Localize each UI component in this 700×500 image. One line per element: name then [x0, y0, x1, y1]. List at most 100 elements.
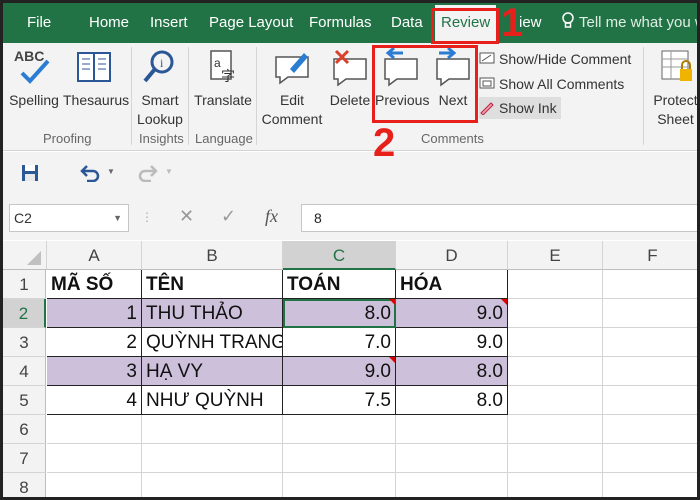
- row-header-5[interactable]: 5: [3, 386, 46, 415]
- empty-cell[interactable]: [47, 444, 142, 473]
- column-header-a[interactable]: A: [47, 241, 142, 270]
- empty-cell[interactable]: [508, 299, 603, 328]
- empty-cell[interactable]: [603, 299, 697, 328]
- empty-cell[interactable]: [508, 357, 603, 386]
- row-header-3[interactable]: 3: [3, 328, 46, 357]
- empty-cell[interactable]: [47, 473, 142, 497]
- row-header-7[interactable]: 7: [3, 444, 46, 473]
- cell-name[interactable]: NHƯ QUỲNH: [142, 386, 283, 415]
- cell-id[interactable]: 3: [47, 357, 142, 386]
- cell-name[interactable]: THU THẢO: [142, 299, 283, 328]
- cell-hoa[interactable]: 9.0: [396, 328, 508, 357]
- empty-cell[interactable]: [47, 415, 142, 444]
- edit-comment-label-2: Comment: [261, 111, 323, 127]
- row-header-6[interactable]: 6: [3, 415, 46, 444]
- cell-toan[interactable]: 7.5: [283, 386, 396, 415]
- empty-cell[interactable]: [508, 328, 603, 357]
- smart-lookup-button[interactable]: i Smart Lookup: [135, 47, 185, 129]
- column-header-c[interactable]: C: [283, 241, 396, 270]
- empty-cell[interactable]: [603, 328, 697, 357]
- tab-file[interactable]: File: [27, 3, 51, 43]
- header-cell-hoa[interactable]: HÓA: [396, 270, 508, 299]
- empty-cell[interactable]: [603, 386, 697, 415]
- cell-id[interactable]: 4: [47, 386, 142, 415]
- tab-data[interactable]: Data: [391, 3, 423, 43]
- spelling-label: Spelling: [9, 92, 59, 108]
- protect-sheet-button[interactable]: Protect Sheet: [648, 47, 697, 129]
- show-all-comments-button[interactable]: Show All Comments: [479, 73, 624, 95]
- cell-value: 8.0: [364, 303, 391, 324]
- empty-cell[interactable]: [142, 473, 283, 497]
- row-header-2[interactable]: 2: [3, 299, 46, 328]
- column-header-b[interactable]: B: [142, 241, 283, 270]
- name-box[interactable]: C2 ▼: [9, 204, 129, 232]
- show-hide-comment-button[interactable]: Show/Hide Comment: [479, 48, 631, 70]
- ink-icon: [480, 102, 494, 115]
- show-ink-button[interactable]: Show Ink: [479, 97, 561, 119]
- row-header-4[interactable]: 4: [3, 357, 46, 386]
- thesaurus-button[interactable]: Thesaurus: [63, 47, 129, 110]
- empty-cell[interactable]: [508, 386, 603, 415]
- formula-input[interactable]: 8: [301, 204, 697, 232]
- empty-cell[interactable]: [508, 444, 603, 473]
- cell-hoa[interactable]: 8.0: [396, 386, 508, 415]
- empty-cell[interactable]: [508, 415, 603, 444]
- empty-cell[interactable]: [603, 415, 697, 444]
- show-all-comments-label: Show All Comments: [499, 76, 625, 92]
- edit-comment-label-1: Edit: [279, 92, 305, 108]
- empty-cell[interactable]: [508, 473, 603, 497]
- empty-cell[interactable]: [283, 415, 396, 444]
- empty-cell[interactable]: [142, 415, 283, 444]
- cell-id[interactable]: 1: [47, 299, 142, 328]
- tab-formulas[interactable]: Formulas: [309, 3, 372, 43]
- delete-comment-button[interactable]: Delete: [327, 47, 373, 110]
- cell-name[interactable]: HẠ VY: [142, 357, 283, 386]
- spelling-button[interactable]: ABC Spelling: [7, 47, 61, 110]
- empty-cell[interactable]: [508, 270, 603, 299]
- header-cell-ten[interactable]: TÊN: [142, 270, 283, 299]
- tab-home[interactable]: Home: [89, 3, 129, 43]
- enter-icon[interactable]: ✓: [221, 206, 236, 227]
- translate-button[interactable]: a字 Translate: [193, 47, 253, 110]
- header-cell-ma-so[interactable]: MÃ SỐ: [47, 270, 142, 299]
- cell-name[interactable]: QUỲNH TRANG: [142, 328, 283, 357]
- save-icon[interactable]: [21, 164, 39, 182]
- undo-dropdown-icon[interactable]: ▼: [107, 167, 115, 176]
- empty-cell[interactable]: [142, 444, 283, 473]
- delete-label: Delete: [329, 92, 371, 108]
- redo-dropdown-icon[interactable]: ▼: [165, 167, 173, 176]
- empty-cell[interactable]: [603, 444, 697, 473]
- insights-group-label: Insights: [139, 131, 184, 146]
- cell-id[interactable]: 2: [47, 328, 142, 357]
- row-header-1[interactable]: 1: [3, 270, 46, 299]
- row-header-8[interactable]: 8: [3, 473, 46, 497]
- cell-toan[interactable]: 9.0: [283, 357, 396, 386]
- select-all-corner[interactable]: [3, 241, 47, 270]
- empty-cell[interactable]: [396, 415, 508, 444]
- tab-page-layout[interactable]: Page Layout: [209, 3, 293, 43]
- empty-cell[interactable]: [396, 444, 508, 473]
- header-cell-toan[interactable]: TOÁN: [283, 270, 396, 299]
- column-header-f[interactable]: F: [603, 241, 697, 270]
- empty-cell[interactable]: [603, 473, 697, 497]
- tab-insert[interactable]: Insert: [150, 3, 188, 43]
- comment-indicator: [501, 299, 507, 305]
- redo-icon[interactable]: [137, 164, 159, 182]
- empty-cell[interactable]: [283, 473, 396, 497]
- column-header-e[interactable]: E: [508, 241, 603, 270]
- insert-function-icon[interactable]: fx: [265, 206, 278, 227]
- cell-toan-active[interactable]: 8.0: [283, 299, 396, 328]
- undo-icon[interactable]: [79, 164, 101, 182]
- empty-cell[interactable]: [603, 270, 697, 299]
- cancel-icon[interactable]: ✕: [179, 206, 194, 227]
- edit-comment-button[interactable]: Edit Comment: [259, 47, 325, 129]
- cell-hoa[interactable]: 9.0: [396, 299, 508, 328]
- cell-hoa[interactable]: 8.0: [396, 357, 508, 386]
- empty-cell[interactable]: [283, 444, 396, 473]
- column-header-d[interactable]: D: [396, 241, 508, 270]
- tell-me-box[interactable]: Tell me what you w: [561, 3, 697, 43]
- cell-toan[interactable]: 7.0: [283, 328, 396, 357]
- empty-cell[interactable]: [603, 357, 697, 386]
- chevron-down-icon[interactable]: ▼: [113, 205, 122, 231]
- empty-cell[interactable]: [396, 473, 508, 497]
